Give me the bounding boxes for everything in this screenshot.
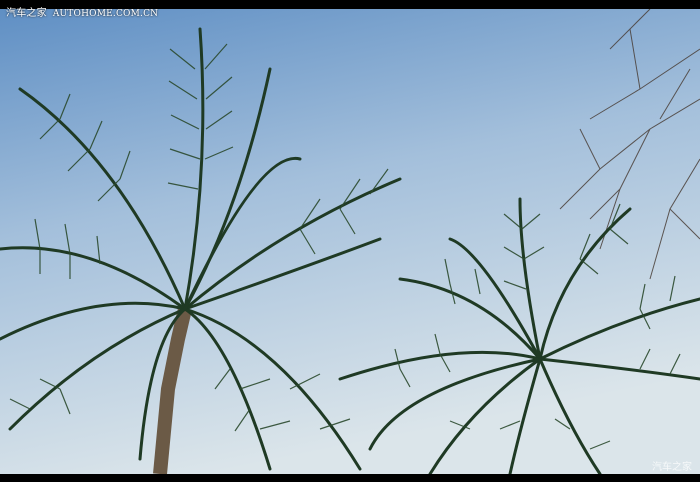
palm-photo-svg <box>0 9 700 474</box>
watermark-top: 汽车之家 AUTOHOME.COM.CN <box>6 4 158 19</box>
watermark-bottom: 汽车之家 <box>652 462 692 473</box>
watermark-site: AUTOHOME.COM.CN <box>52 9 159 19</box>
image-frame: 汽车之家 AUTOHOME.COM.CN 汽车之家 <box>0 0 700 482</box>
palm-photo <box>0 9 700 474</box>
watermark-brand: 汽车之家 <box>6 8 47 19</box>
sky <box>0 9 700 474</box>
